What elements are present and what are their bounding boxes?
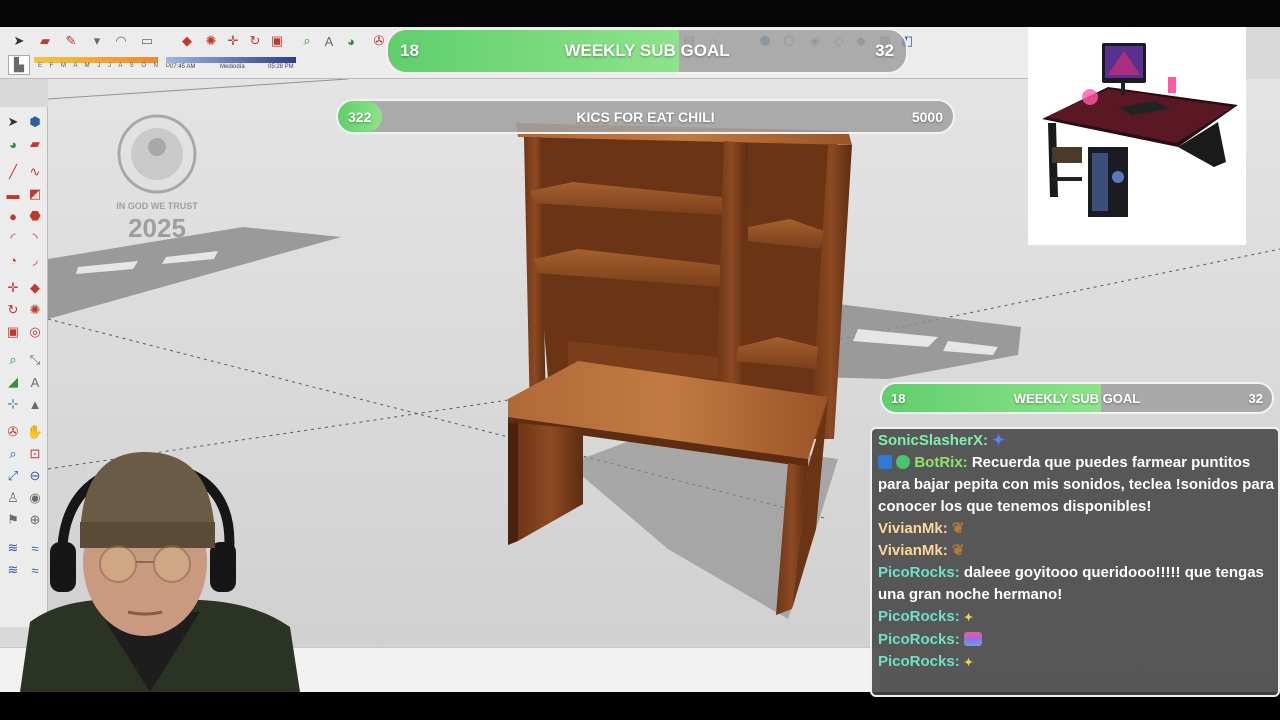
gaming-desk-picture <box>1042 43 1238 217</box>
arc-tool-icon[interactable]: ◜ <box>4 229 22 247</box>
chat-weekly-sub-goal-bar: 18 WEEKLY SUB GOAL 32 <box>880 382 1274 414</box>
select-icon[interactable]: ➤ <box>4 113 22 131</box>
chat-username: PicoRocks: <box>878 653 960 670</box>
bear-emote-icon: ❦ <box>951 542 965 559</box>
gaming-desk-image <box>1028 27 1246 245</box>
goal-title: WEEKLY SUB GOAL <box>564 41 730 60</box>
chat-message: PicoRocks: <box>876 629 1274 651</box>
paint-bucket-icon[interactable]: ◕ <box>342 32 360 50</box>
pencil-line-icon[interactable]: ✎ <box>62 32 80 50</box>
stream-scene: ➤ ▰ ✎ ▾ ◠ ▭ ◆ ✺ ✛ ↻ ▣ ⌕ A ◕ ✇ ▤ ⌂ ⬢ ⬡ ◈ … <box>0 0 1280 720</box>
bot-badge-icon <box>878 455 892 469</box>
sparkle-emote-icon: ✦ <box>963 612 974 624</box>
orbit-tool-icon[interactable]: ✇ <box>4 423 22 441</box>
scale-icon[interactable]: ▣ <box>268 32 286 50</box>
top-black-band <box>0 0 1280 27</box>
rect-icon[interactable]: ▬ <box>4 185 22 203</box>
seal-emblem-icon <box>117 114 197 194</box>
rotated-rect-icon[interactable]: ◩ <box>26 185 44 203</box>
dimension-tool-icon[interactable]: ⤡ <box>26 351 44 369</box>
chat-username: SonicSlasherX: <box>878 432 989 449</box>
kicks-title: KICS FOR EAT CHILI <box>576 108 715 125</box>
rainbow-emote-icon <box>963 632 982 646</box>
axes-tool-icon[interactable]: ⊹ <box>4 395 22 413</box>
coin-seal-watermark: IN GOD WE TRUST 2025 <box>114 109 200 259</box>
chat-username: VivianMk: <box>878 542 948 559</box>
three-point-arc-icon[interactable]: ◞ <box>26 251 44 269</box>
scale-tool-icon[interactable]: ▣ <box>4 323 22 341</box>
chat-username: PicoRocks: <box>878 564 960 581</box>
kicks-target: 5000 <box>911 108 943 125</box>
chat-message: PicoRocks: ✦ <box>876 606 1274 629</box>
two-point-arc-icon[interactable]: ◝ <box>26 229 44 247</box>
follow-me-icon[interactable]: ✺ <box>202 32 220 50</box>
protractor-tool-icon[interactable]: ◢ <box>4 373 22 391</box>
axis-line <box>48 79 349 100</box>
tape-tool-icon[interactable]: ⌕ <box>4 351 22 369</box>
chat-goal-title: WEEKLY SUB GOAL <box>1013 390 1141 406</box>
chat-message: PicoRocks: ✦ <box>876 651 1274 674</box>
arc-icon[interactable]: ◠ <box>112 32 130 50</box>
offset-tool-icon[interactable]: ◎ <box>26 323 44 341</box>
time-end-label: 05:28 PM <box>268 64 294 70</box>
freehand-icon[interactable]: ∿ <box>26 163 44 181</box>
time-slider-track[interactable] <box>166 57 296 63</box>
chat-username: BotRix: <box>914 454 968 471</box>
line-icon[interactable]: ╱ <box>4 163 22 181</box>
stream-chat-panel: SonicSlasherX: ✦ BotRix: Recuerda que pu… <box>870 427 1280 697</box>
goal-target: 32 <box>875 41 894 60</box>
rotate-tool-icon[interactable]: ↻ <box>4 301 22 319</box>
text-icon[interactable]: A <box>320 32 338 50</box>
chat-username: VivianMk: <box>878 520 948 537</box>
chat-username: PicoRocks: <box>878 608 960 625</box>
chat-message: SonicSlasherX: ✦ <box>876 429 1274 452</box>
bear-emote-icon: ❦ <box>951 520 965 537</box>
chat-message: VivianMk: ❦ <box>876 518 1274 540</box>
weekly-sub-goal-bar: 18 WEEKLY SUB GOAL 32 <box>386 28 908 74</box>
shadow-icon: ▙ <box>14 57 24 72</box>
desk-left-leg-front <box>508 423 518 545</box>
time-start-label: 07:45 AM <box>170 64 196 70</box>
sonic-emote-icon: ✦ <box>992 432 1005 449</box>
shadows-toggle[interactable]: ▙ <box>8 55 30 75</box>
component-icon[interactable]: ⬢ <box>26 113 44 131</box>
followme-tool-icon[interactable]: ✺ <box>26 301 44 319</box>
circle-icon[interactable]: ● <box>4 207 22 225</box>
pie-icon[interactable]: ◔ <box>4 251 22 269</box>
time-mid-label: Mediodía <box>220 64 245 70</box>
line-dropdown-icon[interactable]: ▾ <box>88 32 106 50</box>
select-arrow-icon[interactable]: ➤ <box>10 32 28 50</box>
rectangle-icon[interactable]: ▭ <box>138 32 156 50</box>
text-tool-icon[interactable]: A <box>26 373 44 391</box>
sparkle-emote-icon: ✦ <box>963 657 974 669</box>
seal-year: 2025 <box>128 213 186 243</box>
tape-measure-icon[interactable]: ⌕ <box>298 32 316 50</box>
chat-message: BotRix: Recuerda que puedes farmear punt… <box>876 452 1274 518</box>
chat-message: PicoRocks: daleee goyitooo queridooo!!!!… <box>876 562 1274 606</box>
paint-icon[interactable]: ◕ <box>4 135 22 153</box>
move-tool-icon[interactable]: ✛ <box>4 279 22 297</box>
eraser-icon[interactable]: ▰ <box>36 32 54 50</box>
chat-goal-target: 32 <box>1248 390 1263 406</box>
push-pull-icon[interactable]: ◆ <box>178 32 196 50</box>
months-label: E F M A M J J A S O N D <box>38 63 174 69</box>
desk-left-leg <box>518 423 583 541</box>
chat-username: PicoRocks: <box>878 631 960 648</box>
streamer-webcam <box>0 452 312 692</box>
chat-message: VivianMk: ❦ <box>876 540 1274 562</box>
polygon-icon[interactable]: ⬣ <box>26 207 44 225</box>
streamer-figure <box>20 452 300 692</box>
erase-icon[interactable]: ▰ <box>26 135 44 153</box>
pan-tool-icon[interactable]: ✋ <box>26 423 44 441</box>
pushpull-tool-icon[interactable]: ◆ <box>26 279 44 297</box>
move-icon[interactable]: ✛ <box>224 32 242 50</box>
kicks-goal-bar: 322 KICS FOR EAT CHILI 5000 <box>336 99 955 134</box>
3d-text-tool-icon[interactable]: ▲ <box>26 395 44 413</box>
verified-badge-icon <box>896 455 911 469</box>
rotate-icon[interactable]: ↻ <box>246 32 264 50</box>
seal-motto: IN GOD WE TRUST <box>116 201 198 211</box>
